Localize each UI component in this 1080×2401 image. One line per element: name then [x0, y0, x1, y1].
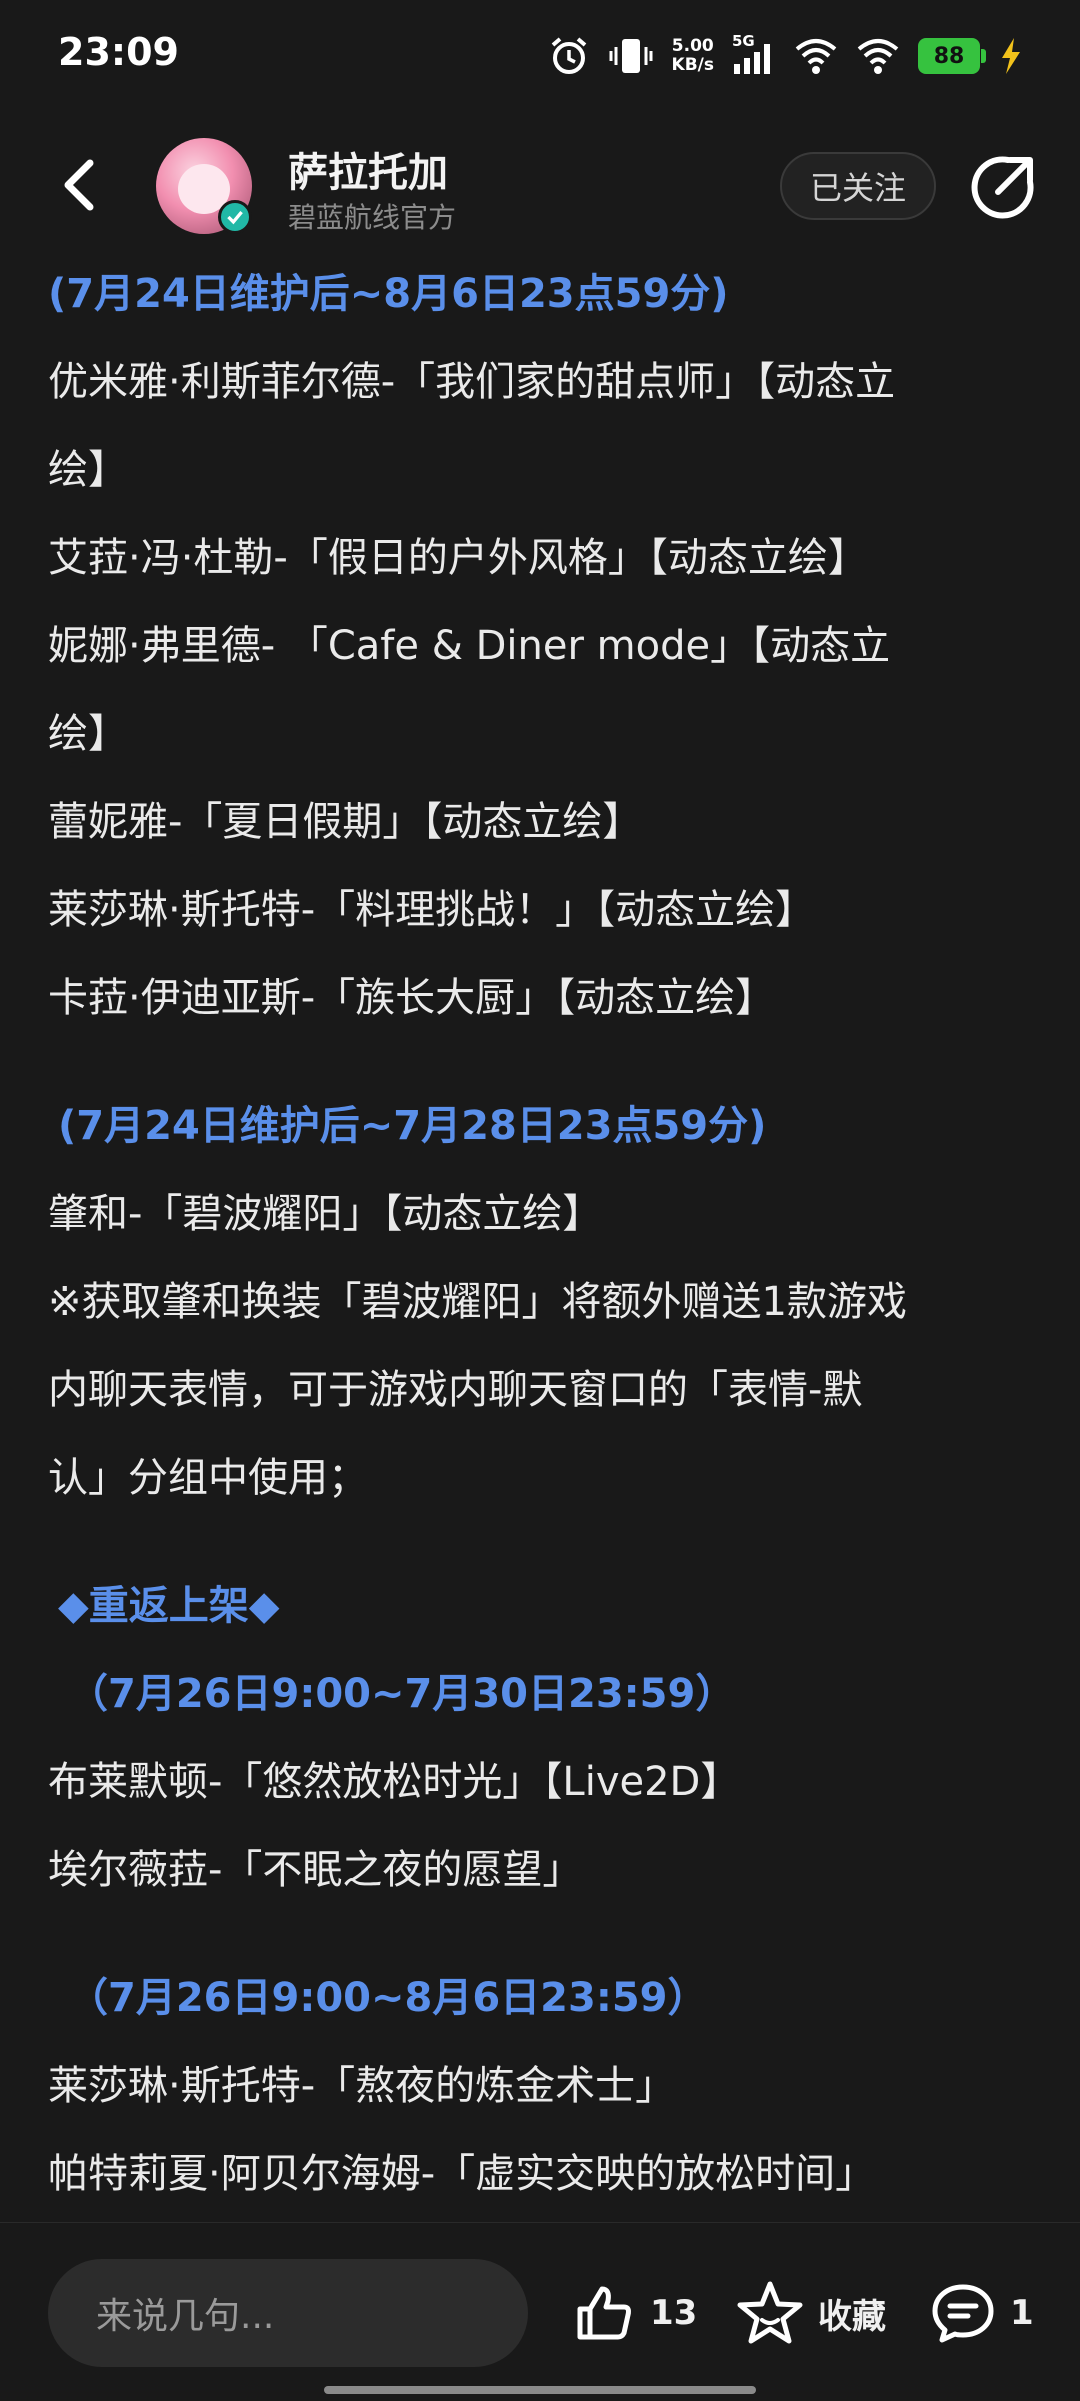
text-line: 妮娜·弗里德- 「Cafe & Diner mode」【动态立 — [48, 623, 891, 669]
text-line: 艾菈·冯·杜勒-「假日的户外风格」【动态立绘】 — [48, 535, 868, 581]
vibrate-icon — [609, 39, 653, 73]
status-time: 23:09 — [58, 30, 179, 74]
text-line: 卡菈·伊迪亚斯-「族长大厨」【动态立绘】 — [48, 975, 776, 1021]
text-line: 蕾妮雅-「夏日假期」【动态立绘】 — [48, 799, 643, 845]
home-indicator[interactable] — [324, 2386, 756, 2394]
status-bar: 23:09 5.00 KB/s 5G 88 — [0, 0, 1080, 112]
bottom-action-bar: 来说几句... 13 收藏 1 — [0, 2222, 1080, 2401]
comment-input[interactable]: 来说几句... — [48, 2259, 528, 2367]
text-line: 内聊天表情，可于游戏内聊天窗口的「表情-默 — [48, 1367, 863, 1413]
text-line: 莱莎琳·斯托特-「熬夜的炼金术士」 — [48, 2063, 676, 2109]
date-heading: （7月26日9:00~7月30日23:59） — [68, 1671, 736, 1717]
text-line: 莱莎琳·斯托特-「料理挑战！」【动态立绘】 — [48, 887, 816, 933]
date-heading: (7月24日维护后~8月6日23点59分) — [48, 271, 729, 317]
text-line: 肇和-「碧波耀阳」【动态立绘】 — [48, 1191, 603, 1237]
comment-icon — [932, 2284, 994, 2343]
like-button[interactable]: 13 — [572, 2273, 697, 2353]
text-line: 绘】 — [48, 447, 128, 493]
like-count: 13 — [650, 2293, 698, 2333]
favorite-button[interactable]: 收藏 — [736, 2273, 886, 2353]
section-heading: ◆重返上架◆ — [58, 1583, 280, 1629]
star-icon — [737, 2281, 803, 2344]
author-name[interactable]: 萨拉托加 — [288, 140, 448, 198]
comment-button[interactable]: 1 — [930, 2273, 1034, 2353]
author-subtitle: 碧蓝航线官方 — [288, 201, 457, 234]
follow-button[interactable]: 已关注 — [780, 152, 936, 220]
text-line: 绘】 — [48, 711, 128, 757]
verified-icon — [218, 200, 252, 234]
text-line: 认」分组中使用； — [48, 1455, 368, 1501]
date-heading: （7月26日9:00~8月6日23:59） — [68, 1975, 708, 2021]
text-line: 优米雅·利斯菲尔德-「我们家的甜点师」【动态立 — [48, 359, 896, 405]
text-line: ※获取肇和换装「碧波耀阳」将额外赠送1款游戏 — [48, 1279, 907, 1325]
post-body: (7月24日维护后~8月6日23点59分) 优米雅·利斯菲尔德-「我们家的甜点师… — [48, 250, 1028, 2218]
date-heading: (7月24日维护后~7月28日23点59分) — [58, 1103, 767, 1149]
alarm-icon — [551, 37, 586, 74]
net-speed: 5.00 KB/s — [671, 36, 714, 75]
text-line: 布莱默顿-「悠然放松时光」【Live2D】 — [48, 1759, 741, 1805]
back-button[interactable] — [52, 155, 112, 215]
thumbs-up-icon — [577, 2286, 631, 2340]
battery-icon: 88 — [918, 38, 986, 74]
text-line: 帕特莉夏·阿贝尔海姆-「虚实交映的放松时间」 — [48, 2151, 876, 2197]
wifi-icon — [795, 39, 837, 74]
share-icon[interactable] — [968, 152, 1038, 222]
signal-icon: 5G — [732, 32, 776, 78]
comment-count: 1 — [1010, 2293, 1034, 2333]
post-header: 萨拉托加 碧蓝航线官方 已关注 — [0, 120, 1080, 255]
text-line: 埃尔薇菈-「不眠之夜的愿望」 — [48, 1847, 583, 1893]
status-icons: 5.00 KB/s 5G 88 — [548, 30, 1024, 82]
favorite-label: 收藏 — [818, 2296, 886, 2337]
charging-icon — [1002, 38, 1020, 74]
wifi-icon — [857, 39, 899, 74]
avatar[interactable] — [156, 138, 252, 234]
